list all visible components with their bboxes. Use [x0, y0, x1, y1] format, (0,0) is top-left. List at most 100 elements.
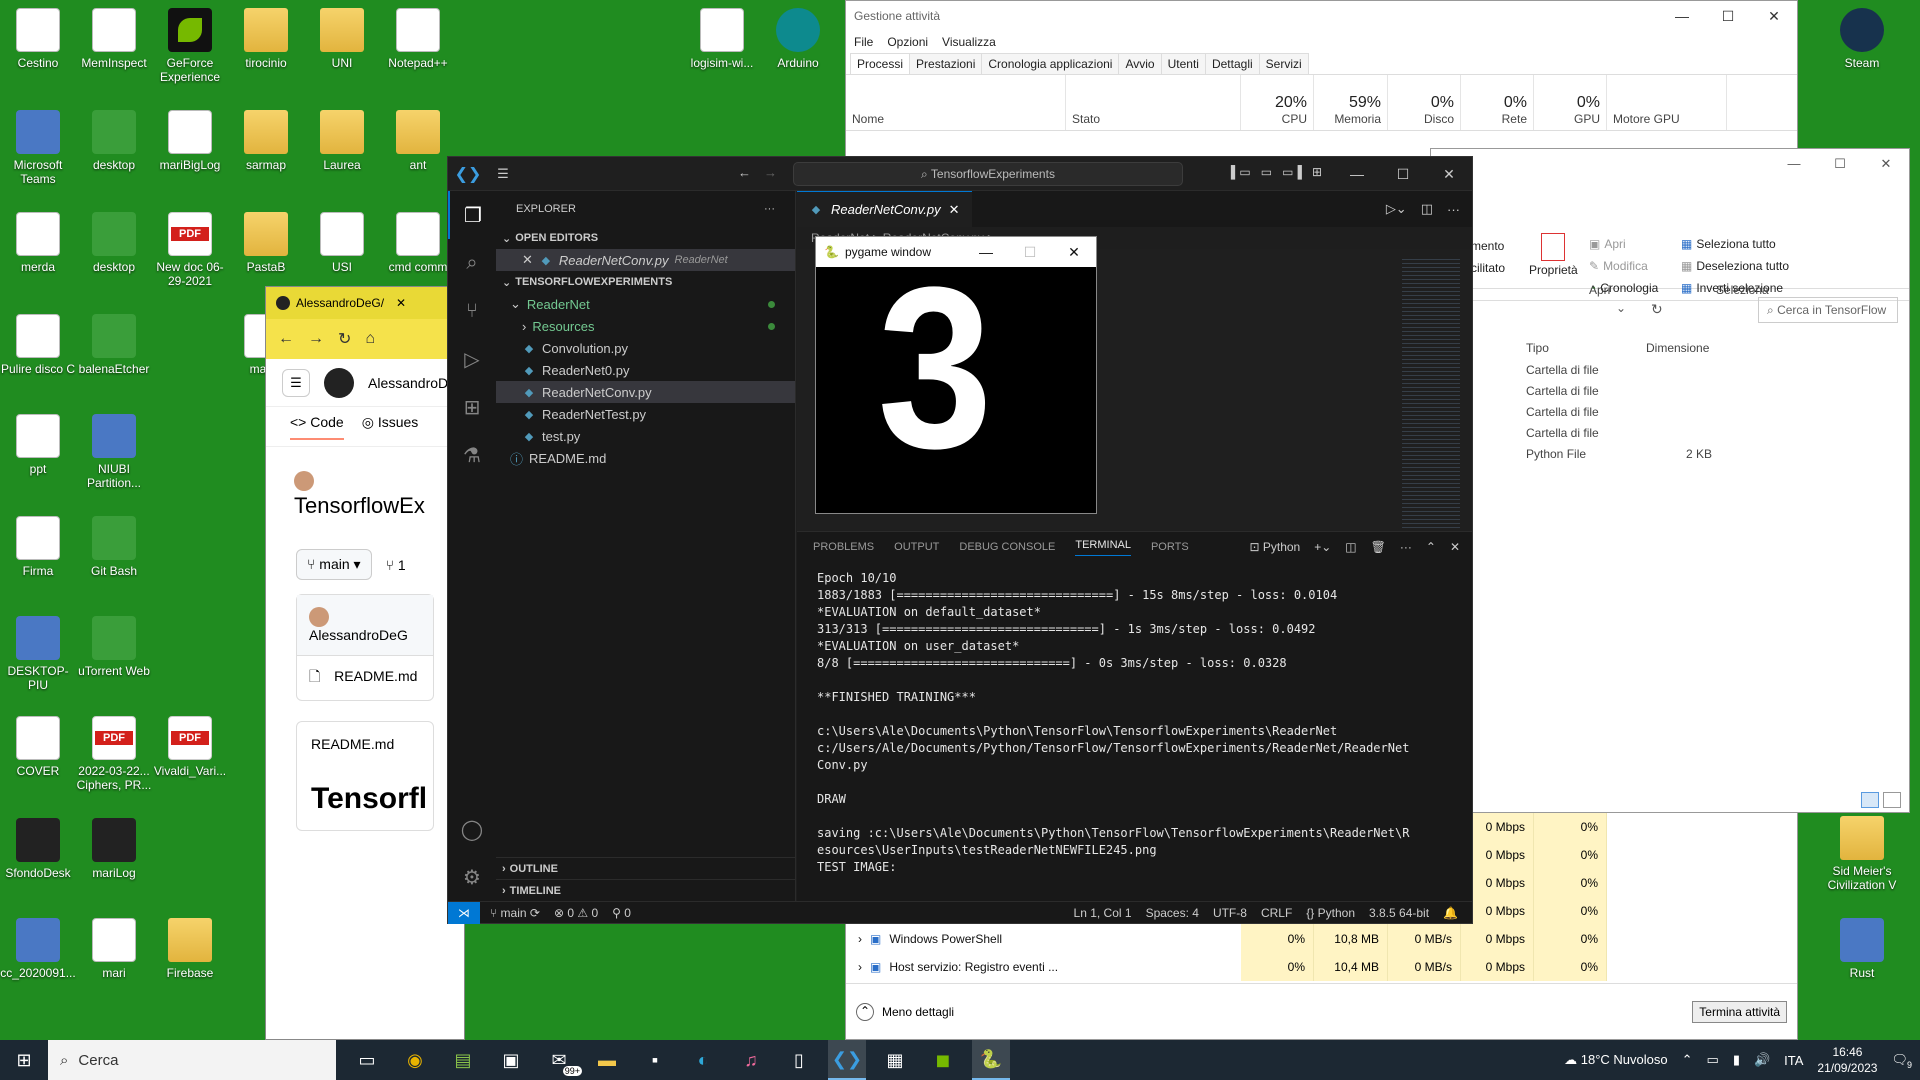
tree-item[interactable]: › Resources	[496, 315, 795, 337]
branch-count[interactable]: ⑂ 1	[386, 557, 406, 573]
minimap[interactable]	[1402, 259, 1460, 529]
terminal-profile[interactable]: ⊡ Python	[1249, 540, 1300, 554]
branch-status[interactable]: ⑂ main ⟳	[490, 906, 540, 920]
details-view-icon[interactable]	[1861, 792, 1879, 808]
close-icon[interactable]: ✕	[522, 252, 533, 268]
properties-button[interactable]: Proprietà	[1529, 233, 1578, 277]
more-actions-icon[interactable]: ···	[1400, 540, 1412, 554]
tab-details[interactable]: Dettagli	[1204, 53, 1260, 74]
tree-item[interactable]: ◆ test.py	[496, 425, 795, 447]
desktop-icon[interactable]: Rust	[1824, 918, 1900, 980]
notepad-plus-icon[interactable]: ▤	[444, 1040, 482, 1080]
desktop-icon[interactable]: mariBigLog	[152, 110, 228, 172]
home-icon[interactable]: ⌂	[365, 330, 375, 348]
volume-icon[interactable]: 🔊	[1754, 1052, 1770, 1068]
python-icon[interactable]: 🐍	[972, 1040, 1010, 1080]
tree-item[interactable]: ◆ Convolution.py	[496, 337, 795, 359]
desktop-icon[interactable]: cc_2020091...	[0, 918, 76, 980]
weather-widget[interactable]: ☁ 18°C Nuvoloso	[1564, 1052, 1667, 1068]
document-icon[interactable]: ▯	[780, 1040, 818, 1080]
minimize-icon[interactable]: —	[1771, 149, 1817, 179]
terminal-output[interactable]: Epoch 10/10 1883/1883 [=================…	[797, 562, 1472, 884]
chevron-up-icon[interactable]: ⌃	[1426, 540, 1436, 554]
vscode-icon[interactable]: ❮❯	[828, 1040, 866, 1080]
desktop-icon[interactable]: Arduino	[760, 8, 836, 70]
deselect-all-button[interactable]: ▦ Deseleziona tutto	[1681, 259, 1789, 273]
refresh-icon[interactable]: ↻	[1651, 301, 1663, 318]
account-icon[interactable]: ◯	[448, 805, 496, 853]
col-size[interactable]: Dimensione	[1646, 341, 1709, 355]
terminal-icon[interactable]: ▪	[636, 1040, 674, 1080]
editor-tab-readernetconv[interactable]: ◆ ReaderNetConv.py ✕	[797, 191, 972, 227]
minimize-icon[interactable]: —	[1334, 157, 1380, 191]
maximize-icon[interactable]: ☐	[1008, 244, 1052, 261]
desktop-icon[interactable]: UNI	[304, 8, 380, 70]
ribbon-partial-1[interactable]: mento	[1471, 239, 1504, 253]
col-network[interactable]: 0% Rete	[1461, 75, 1534, 130]
desktop-icon[interactable]: COVER	[0, 716, 76, 778]
tab-debug-console[interactable]: DEBUG CONSOLE	[959, 541, 1055, 553]
close-icon[interactable]: ✕	[1052, 244, 1096, 261]
desktop-icon[interactable]: ant	[380, 110, 456, 172]
table-row[interactable]: › ▣ Windows PowerShell 0% 10,8 MB 0 MB/s 0 Mbp…	[846, 925, 1797, 953]
list-item[interactable]: Cartella di file	[1431, 426, 1909, 447]
cursor-position[interactable]: Ln 1, Col 1	[1074, 906, 1132, 920]
menu-file[interactable]: File	[854, 35, 873, 49]
new-terminal-icon[interactable]: +⌄	[1314, 540, 1331, 554]
maximize-icon[interactable]: ☐	[1705, 8, 1751, 25]
chevron-up-icon[interactable]: ⌃	[1682, 1052, 1693, 1068]
workspace-section[interactable]: ⌄ TENSORFLOWEXPERIMENTS	[496, 271, 795, 293]
tab-terminal[interactable]: TERMINAL	[1075, 539, 1131, 556]
minimize-icon[interactable]: —	[1659, 8, 1705, 25]
col-gpu[interactable]: 0% GPU	[1534, 75, 1607, 130]
chevron-down-icon[interactable]: ⌄	[1616, 301, 1626, 315]
tab-users[interactable]: Utenti	[1160, 53, 1206, 74]
toggle-secondary-sidebar-icon[interactable]: ▭▐	[1282, 165, 1302, 179]
file-explorer-icon[interactable]: ▬	[588, 1040, 626, 1080]
desktop-icon[interactable]: desktop	[76, 212, 152, 274]
problems-status[interactable]: ⊗ 0 ⚠ 0	[554, 906, 598, 920]
close-icon[interactable]: ✕	[1751, 8, 1797, 25]
task-view-icon[interactable]: ▭	[348, 1040, 386, 1080]
tree-item[interactable]: ⓘ README.md	[496, 447, 795, 469]
tree-item[interactable]: ⌄ ReaderNet	[496, 293, 795, 315]
desktop-icon[interactable]: Sid Meier's Civilization V	[1824, 816, 1900, 892]
desktop-icon[interactable]: ppt	[0, 414, 76, 476]
timeline-section[interactable]: › TIMELINE	[496, 879, 795, 901]
windows-start-icon[interactable]: ⊞	[0, 1050, 48, 1071]
customize-layout-icon[interactable]: ⊞	[1312, 165, 1322, 179]
branch-select[interactable]: ⑂ main ▾	[296, 549, 372, 580]
back-icon[interactable]: ←	[278, 330, 294, 348]
desktop-icon[interactable]: Vivaldi_Vari...	[152, 716, 228, 778]
settings-gear-icon[interactable]: ⚙	[448, 853, 496, 901]
source-control-icon[interactable]: ⑂	[448, 287, 496, 335]
split-editor-icon[interactable]: ◫	[1421, 201, 1433, 217]
list-item[interactable]: Cartella di file	[1431, 363, 1909, 384]
tab-processes[interactable]: Processi	[850, 53, 911, 74]
chevron-right-icon[interactable]: ›	[858, 932, 862, 946]
notification-center-icon[interactable]: 🗨 9	[1891, 1052, 1912, 1070]
col-type[interactable]: Tipo	[1526, 341, 1549, 355]
col-gpu-engine[interactable]: Motore GPU	[1607, 75, 1727, 130]
reload-icon[interactable]: ↻	[338, 329, 351, 349]
open-button[interactable]: ▣ Apri	[1589, 237, 1626, 251]
tab-output[interactable]: OUTPUT	[894, 541, 939, 553]
desktop-icon[interactable]: desktop	[76, 110, 152, 172]
file-row[interactable]: 🗋 README.md	[297, 656, 433, 700]
list-item[interactable]: Cartella di file	[1431, 384, 1909, 405]
list-item[interactable]: Python File 2 KB	[1431, 447, 1909, 468]
tab-problems[interactable]: PROBLEMS	[813, 541, 874, 553]
desktop-icon[interactable]: Firma	[0, 516, 76, 578]
split-terminal-icon[interactable]: ◫	[1345, 540, 1356, 554]
language-indicator[interactable]: ITA	[1784, 1053, 1803, 1068]
minimize-icon[interactable]: —	[964, 244, 1008, 261]
desktop-icon[interactable]: SfondoDesk	[0, 818, 76, 880]
desktop-icon[interactable]: PastaB	[228, 212, 304, 274]
close-icon[interactable]: ✕	[949, 202, 960, 218]
menu-view[interactable]: Visualizza	[942, 35, 996, 49]
table-row[interactable]: › ▣ Host servizio: Registro eventi ... 0% 10…	[846, 953, 1797, 981]
repo-name[interactable]: TensorflowEx	[294, 493, 425, 518]
close-icon[interactable]: ✕	[1863, 149, 1909, 179]
desktop-icon[interactable]: Laurea	[304, 110, 380, 172]
desktop-icon[interactable]: MemInspect	[76, 8, 152, 70]
